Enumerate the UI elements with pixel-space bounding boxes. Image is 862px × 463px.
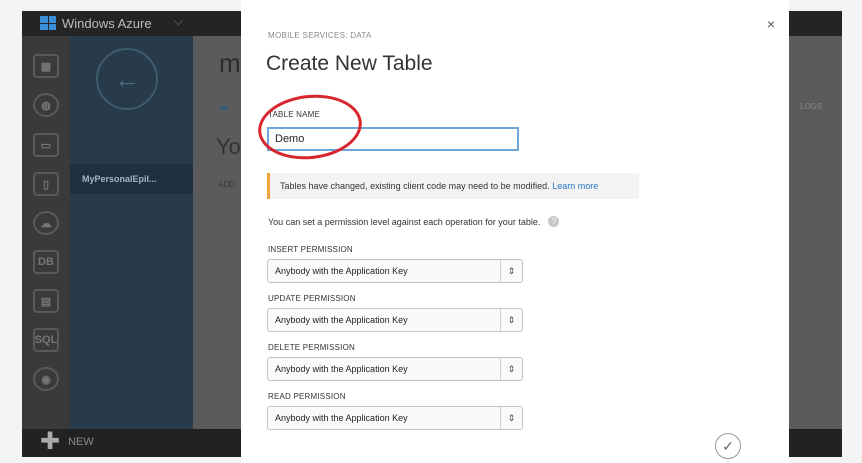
grid-icon[interactable]: ▦ — [33, 54, 59, 78]
brand[interactable]: Windows Azure — [40, 14, 152, 32]
background-subheading: Yo — [216, 134, 241, 159]
update-permission-select[interactable]: Anybody with the Application Key ⇕ — [267, 308, 523, 332]
select-arrows-icon: ⇕ — [500, 260, 522, 282]
globe-icon[interactable]: ◍ — [33, 93, 59, 117]
delete-permission-value: Anybody with the Application Key — [275, 364, 408, 374]
background-cloud-icon: ☁ — [218, 101, 229, 113]
brand-dropdown-icon[interactable]: ⌵ — [174, 14, 183, 29]
help-icon[interactable]: ? — [548, 216, 560, 227]
permission-note: You can set a permission level against e… — [268, 216, 560, 227]
read-permission-value: Anybody with the Application Key — [275, 413, 408, 423]
warning-text: Tables have changed, existing client cod… — [280, 181, 550, 191]
delete-permission-select[interactable]: Anybody with the Application Key ⇕ — [267, 357, 523, 381]
phone-icon[interactable]: ▯ — [33, 172, 59, 196]
read-permission-label: READ PERMISSION — [268, 392, 346, 401]
dialog-eyebrow: MOBILE SERVICES: DATA — [268, 31, 372, 40]
read-permission-select[interactable]: Anybody with the Application Key ⇕ — [267, 406, 523, 430]
select-arrows-icon: ⇕ — [500, 309, 522, 331]
permission-note-text: You can set a permission level against e… — [268, 216, 541, 227]
plus-icon: ✚ — [40, 428, 61, 455]
dialog-title: Create New Table — [266, 52, 433, 75]
insert-permission-label: INSERT PERMISSION — [268, 245, 353, 254]
cloud-icon[interactable]: ☁ — [33, 211, 59, 235]
select-arrows-icon: ⇕ — [500, 358, 522, 380]
update-permission-label: UPDATE PERMISSION — [268, 294, 356, 303]
background-logs-tab: LOGS — [800, 102, 823, 111]
left-nav: ▦ ◍ ▭ ▯ ☁ DB ▤ SQL ◉ — [22, 36, 70, 429]
sub-nav: ← MyPersonalEpil... — [70, 36, 193, 429]
brand-label: Windows Azure — [62, 15, 152, 31]
new-label: NEW — [68, 436, 94, 448]
delete-permission-label: DELETE PERMISSION — [268, 343, 355, 352]
storage-icon[interactable]: ◉ — [33, 367, 59, 391]
insert-permission-value: Anybody with the Application Key — [275, 266, 408, 276]
select-arrows-icon: ⇕ — [500, 407, 522, 429]
learn-more-link[interactable]: Learn more — [552, 181, 598, 191]
screen: Windows Azure ⌵ ▦ ◍ ▭ ▯ ☁ DB ▤ SQL ◉ ← M… — [0, 0, 862, 463]
background-heading: m — [219, 48, 241, 78]
monitor-icon[interactable]: ▭ — [33, 133, 59, 157]
create-table-dialog: × MOBILE SERVICES: DATA Create New Table… — [241, 0, 789, 463]
table-icon[interactable]: ▤ — [33, 289, 59, 313]
db-icon[interactable]: DB — [33, 250, 59, 274]
highlight-circle — [254, 89, 366, 165]
new-button[interactable]: ✚ NEW — [40, 428, 94, 455]
windows-logo-icon — [40, 16, 56, 30]
update-permission-value: Anybody with the Application Key — [275, 315, 408, 325]
confirm-checkmark-icon[interactable]: ✓ — [715, 433, 741, 459]
close-icon[interactable]: × — [767, 16, 775, 32]
subnav-item-service[interactable]: MyPersonalEpil... — [70, 164, 193, 194]
insert-permission-select[interactable]: Anybody with the Application Key ⇕ — [267, 259, 523, 283]
warning-banner: Tables have changed, existing client cod… — [267, 173, 639, 199]
background-add-link: ADD — [218, 180, 235, 189]
sql-icon[interactable]: SQL — [33, 328, 59, 352]
back-icon[interactable]: ← — [96, 48, 158, 110]
